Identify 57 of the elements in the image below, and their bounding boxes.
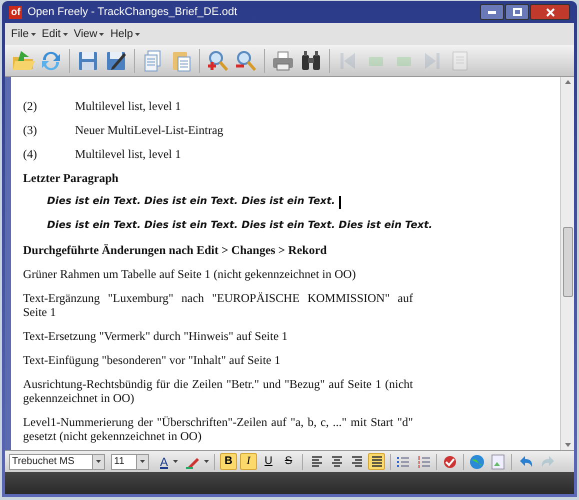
- list-item-text: Neuer MultiLevel-List-Eintrag: [75, 123, 224, 137]
- zoom-out-icon[interactable]: [234, 48, 258, 72]
- paragraph: Text-Einfügung "besonderen" vor "Inhalt" auf Seite 1: [23, 353, 282, 367]
- zoom-in-icon[interactable]: [206, 48, 230, 72]
- image-icon[interactable]: [491, 454, 506, 470]
- list-item-text: Multilevel list, level 1: [75, 99, 181, 113]
- minimize-button[interactable]: [480, 4, 504, 20]
- menu-item[interactable]: View: [74, 26, 104, 42]
- menu-item[interactable]: Edit: [42, 26, 68, 42]
- align-justify-button[interactable]: [368, 453, 386, 470]
- binoculars-icon[interactable]: [299, 48, 323, 72]
- italic-button[interactable]: I: [240, 453, 258, 470]
- bold-button[interactable]: B: [220, 453, 238, 470]
- caret-icon: [134, 32, 140, 36]
- maximize-button[interactable]: [505, 4, 529, 20]
- caret-icon[interactable]: [173, 460, 178, 463]
- paragraph: Level1-Nummerierung der "Überschriften"-Zeilen auf "a, b, c, ..." mit Start "d" gesetzt (nicht gekennzeichnet in OO): [23, 415, 413, 443]
- list-number: (4): [23, 147, 38, 161]
- list-number: (3): [23, 123, 38, 137]
- list-item-text: Multilevel list, level 1: [75, 147, 181, 161]
- minimize-icon: [488, 10, 496, 14]
- caret-icon: [96, 460, 101, 463]
- section-heading: Durchgeführte Änderungen nach Edit > Changes > Rekord: [23, 243, 327, 257]
- menu-item[interactable]: File: [11, 26, 36, 42]
- italic-paragraph: Dies ist ein Text. Dies ist ein Text. Dies ist ein Text. Dies ist ein Text.: [47, 219, 432, 233]
- scrollbar-thumb[interactable]: [562, 227, 572, 297]
- font-dropdown[interactable]: Trebuchet MS: [9, 454, 105, 470]
- paragraph: Text-Ersetzung "Vermerk" durch "Hinweis" auf Seite 1: [23, 329, 289, 343]
- paragraph: Grüner Rahmen um Tabelle auf Seite 1 (nicht gekennzeichnet in OO): [23, 267, 357, 281]
- list-number: (2): [23, 99, 38, 113]
- app-logo: of: [9, 6, 22, 18]
- caret-icon: [140, 460, 145, 463]
- spellcheck-icon[interactable]: [442, 454, 458, 470]
- undo-icon[interactable]: [518, 454, 534, 468]
- font-color-button[interactable]: A: [158, 454, 170, 468]
- italic-paragraph: Dies ist ein Text. Dies ist ein Text. Dies ist ein Text.: [47, 195, 336, 209]
- maximize-icon: [512, 8, 522, 16]
- paragraph: Text-Ergänzung "Luxemburg" nach "EUROPÄISCHE KOMMISSION" auf Seite 1: [23, 291, 413, 319]
- scrollbar[interactable]: [560, 77, 574, 450]
- caret-icon: [30, 32, 36, 36]
- underline-button[interactable]: U: [260, 453, 278, 470]
- close-icon: [546, 8, 554, 16]
- window-title: Open Freely - TrackChanges_Brief_DE.odt: [27, 4, 238, 20]
- globe-icon[interactable]: [469, 454, 486, 470]
- caret-icon[interactable]: [204, 460, 210, 463]
- bullet-list-icon[interactable]: [396, 454, 410, 468]
- printer-icon[interactable]: [271, 48, 295, 72]
- paragraph: Ausrichtung-Rechtsbündig für die Zeilen "Betr." und "Bezug" auf Seite 1 (nicht gekennzeichnet in OO): [23, 377, 413, 405]
- folder-icon[interactable]: [11, 48, 35, 72]
- menu-item[interactable]: Help: [110, 26, 140, 42]
- numbered-list-icon[interactable]: [417, 454, 432, 468]
- section-heading: Letzter Paragraph: [23, 171, 118, 185]
- caret-icon: [62, 32, 68, 36]
- strike-button[interactable]: S: [280, 453, 298, 470]
- close-button[interactable]: [530, 4, 570, 20]
- size-dropdown[interactable]: 11: [111, 454, 149, 470]
- caret-icon: [99, 32, 104, 36]
